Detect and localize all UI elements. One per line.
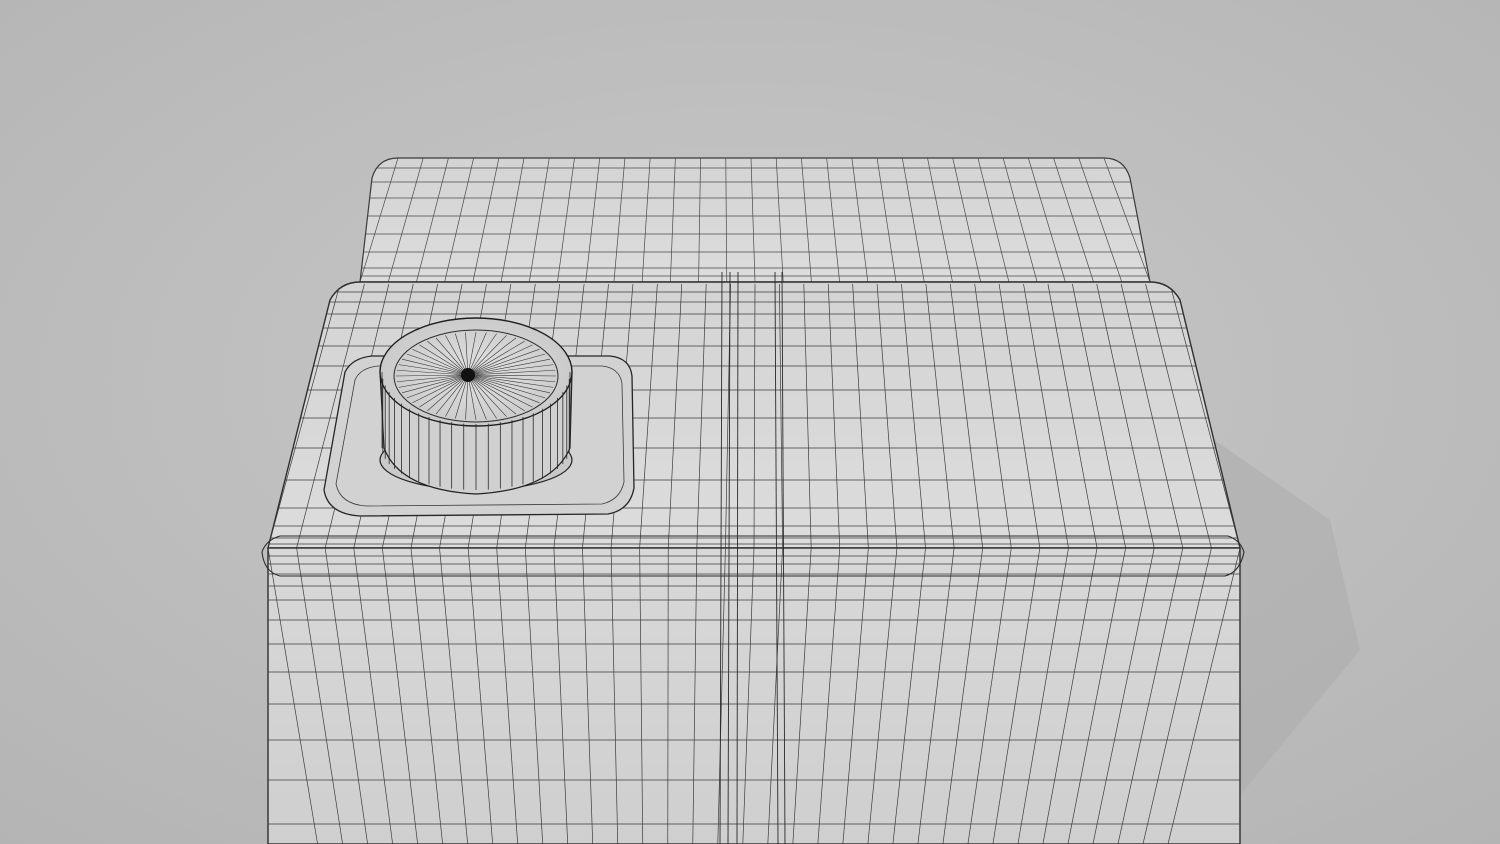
- render-viewport: [0, 0, 1500, 844]
- canister-front-surface: [267, 547, 1241, 844]
- canister-back-top: [359, 157, 1151, 283]
- cap-icon: [379, 317, 573, 495]
